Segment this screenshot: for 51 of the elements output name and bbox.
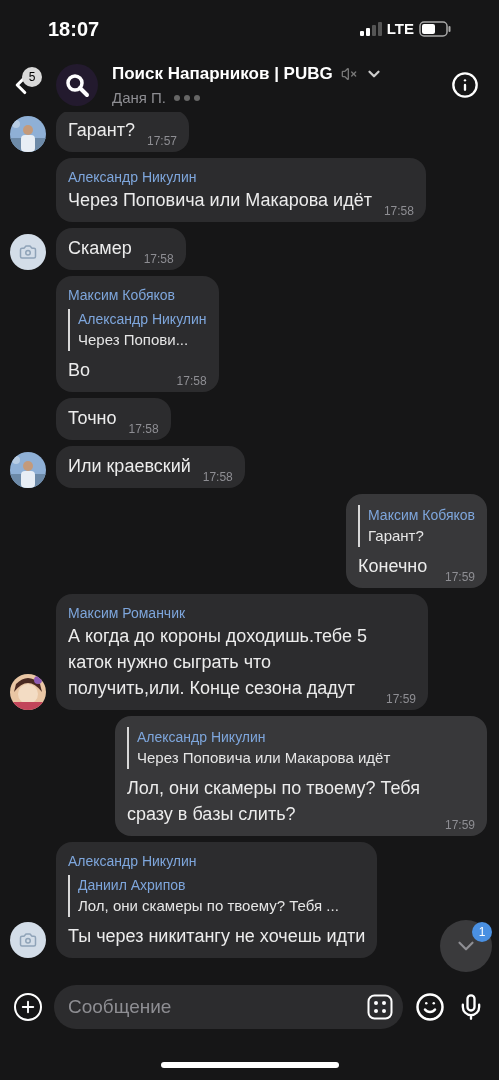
chat-avatar (56, 64, 98, 106)
attach-button[interactable] (14, 993, 42, 1021)
camera-avatar (10, 922, 46, 958)
typing-user: Даня П. (112, 87, 167, 108)
battery-icon (419, 21, 451, 37)
reply-text: Лол, они скамеры по твоему? Тебя ... (78, 896, 340, 916)
message-text: Ты через никитангу не хочешь идти (68, 925, 366, 948)
message-time: 17:58 (176, 373, 207, 389)
plus-icon (19, 998, 37, 1016)
message-time: 17:58 (143, 251, 174, 267)
message-text: А когда до короны доходишь.тебе 5 каток нужно сыграть что получить,или. Конце сезона дадут (68, 625, 368, 700)
message-text: Гарант? (68, 119, 135, 142)
message-time: 17:58 (202, 469, 233, 485)
emoji-icon[interactable] (415, 992, 445, 1022)
chat-title: Поиск Напарников | PUBG (112, 63, 333, 85)
message-text: Через Поповича или Макарова идёт (68, 189, 372, 212)
unread-badge: 5 (22, 67, 42, 87)
message-time: 17:58 (383, 203, 414, 219)
message-author: Александр Никулин (68, 852, 198, 871)
keyboard-bot-icon[interactable] (367, 994, 393, 1020)
message-time: 17:59 (444, 817, 475, 833)
message-text: Точно (68, 407, 117, 430)
reply-text: Через Попови... (78, 330, 190, 350)
message-text: Лол, они скамеры по твоему? Тебя сразу в базы слить? (127, 777, 421, 826)
reply-text: Гарант? (368, 526, 425, 546)
message-author: Максим Кобяков (68, 286, 176, 305)
message-time: 17:59 (385, 691, 416, 707)
reply-author: Максим Кобяков (368, 506, 475, 525)
reply-author: Александр Никулин (137, 728, 267, 747)
status-time: 18:07 (48, 17, 100, 42)
network-label: LTE (386, 18, 414, 39)
scroll-down-button[interactable] (440, 920, 492, 972)
typing-icon (174, 94, 201, 101)
message-time: 17:58 (128, 421, 159, 437)
reply-author: Даниил Ахрипов (78, 876, 187, 895)
message-field[interactable]: Сообщение (54, 985, 403, 1029)
message-text: Конечно (358, 555, 428, 578)
message-author: Александр Никулин (68, 168, 198, 187)
message-author: Максим Романчик (68, 604, 187, 623)
reply-text: Через Поповича или Макарова идёт (137, 748, 392, 768)
message-text: Во (68, 359, 91, 382)
scroll-badge: 1 (472, 922, 492, 942)
message-text: Скамер (68, 237, 132, 260)
back-button[interactable]: 5 (10, 63, 40, 107)
message-time: 17:57 (146, 133, 177, 149)
signal-icon (359, 22, 382, 36)
message-text: Или краевский (68, 455, 191, 478)
reply-author: Александр Никулин (78, 310, 207, 329)
info-button[interactable] (451, 71, 479, 99)
message-time: 17:59 (444, 569, 475, 585)
camera-avatar (10, 234, 46, 270)
